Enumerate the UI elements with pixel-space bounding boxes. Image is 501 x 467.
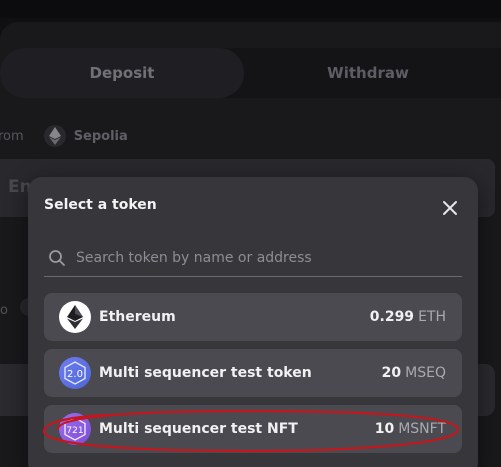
search-input[interactable] — [76, 249, 462, 266]
balance-symbol: MSEQ — [405, 365, 446, 381]
select-token-modal: Select a token Ethereum 0.299ETH — [28, 177, 478, 467]
ethereum-icon — [59, 301, 91, 333]
close-button[interactable] — [436, 194, 464, 222]
balance-symbol: MSNFT — [398, 421, 446, 437]
modal-title: Select a token — [44, 197, 157, 213]
token-search — [44, 239, 462, 277]
token-name: Ethereum — [99, 309, 176, 325]
token-name: Multi sequencer test token — [99, 365, 312, 381]
token-balance: 0.299 ETH — [370, 309, 446, 325]
token-row-mseq[interactable]: 2.0 Multi sequencer test token 20 MSEQ — [44, 349, 462, 397]
nft-icon: 721 — [59, 413, 91, 445]
token-balance: 20 MSEQ — [382, 365, 446, 381]
nft-icon-label: 721 — [66, 426, 83, 436]
erc20-icon-label: 2.0 — [67, 369, 83, 380]
balance-amount: 0.299 — [369, 309, 415, 325]
token-row-eth[interactable]: Ethereum 0.299 ETH — [44, 293, 462, 341]
balance-symbol: ETH — [418, 309, 446, 325]
search-icon — [46, 247, 68, 269]
balance-amount: 20 — [381, 365, 402, 381]
token-balance: 10 MSNFT — [375, 421, 446, 437]
token-row-msnft[interactable]: 721 Multi sequencer test NFT 10 MSNFT — [44, 405, 462, 453]
balance-amount: 10 — [374, 421, 395, 437]
token-name: Multi sequencer test NFT — [99, 421, 298, 437]
close-icon — [443, 201, 457, 215]
erc20-icon: 2.0 — [59, 357, 91, 389]
